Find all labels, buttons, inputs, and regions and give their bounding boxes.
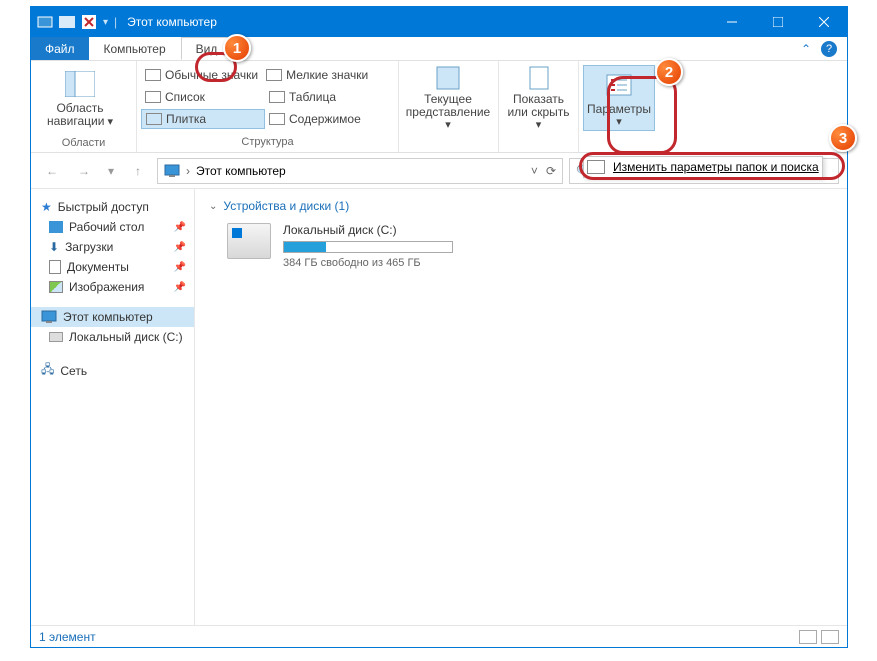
nav-pane-icon	[64, 68, 96, 100]
drive-usage-bar	[283, 241, 453, 253]
sidebar-pictures[interactable]: Изображения📌	[31, 277, 194, 297]
layout-list[interactable]: Список	[141, 87, 265, 107]
downloads-icon: ⬇	[49, 240, 59, 254]
content-pane: ⌄Устройства и диски (1) Локальный диск (…	[195, 189, 847, 625]
nav-pane-button[interactable]: Область навигации ▾	[35, 65, 125, 131]
folder-options-icon	[587, 160, 605, 174]
breadcrumb-chevron[interactable]: ›	[186, 164, 190, 178]
drive-name: Локальный диск (C:)	[283, 223, 453, 237]
sidebar-this-pc[interactable]: Этот компьютер	[31, 307, 194, 327]
show-hide-button[interactable]: Показать или скрыть ▾	[503, 65, 574, 131]
navigation-pane: ★Быстрый доступ Рабочий стол📌 ⬇Загрузки📌…	[31, 189, 195, 625]
group-panes-label: Области	[31, 135, 136, 153]
address-bar[interactable]: › Этот компьютер ˅ ⟳	[157, 158, 563, 184]
group-layout-label: Структура	[137, 134, 398, 152]
sidebar-documents[interactable]: Документы📌	[31, 257, 194, 277]
layout-table[interactable]: Таблица	[265, 87, 340, 107]
maximize-button[interactable]	[755, 7, 801, 37]
tab-computer[interactable]: Компьютер	[89, 37, 181, 60]
sidebar-desktop[interactable]: Рабочий стол📌	[31, 217, 194, 237]
current-view-icon	[432, 65, 464, 91]
drive-icon	[49, 332, 63, 342]
minimize-button[interactable]	[709, 7, 755, 37]
options-menu-label: Изменить параметры папок и поиска	[613, 160, 819, 174]
recent-locations-button[interactable]: ▾	[103, 158, 119, 184]
nav-pane-label: Область навигации	[47, 101, 104, 128]
content-icon	[269, 113, 285, 125]
status-count: 1 элемент	[39, 630, 96, 644]
refresh-icon[interactable]: ⟳	[546, 164, 556, 178]
qat-dropdown-icon[interactable]: ▾	[103, 17, 108, 28]
section-header[interactable]: ⌄Устройства и диски (1)	[209, 199, 833, 213]
titlebar: ▾ | Этот компьютер	[31, 7, 847, 37]
drive-item[interactable]: Локальный диск (C:) 384 ГБ свободно из 4…	[209, 223, 833, 269]
addr-dropdown-icon[interactable]: ˅	[531, 164, 538, 178]
help-icon[interactable]: ?	[821, 41, 837, 57]
pin-icon: 📌	[174, 282, 186, 293]
layout-regular[interactable]: Обычные значки	[141, 65, 262, 85]
desktop-icon	[49, 221, 63, 233]
options-dropdown-item[interactable]: Изменить параметры папок и поиска	[583, 156, 823, 178]
sidebar-downloads[interactable]: ⬇Загрузки📌	[31, 237, 194, 257]
qat-folder-icon[interactable]	[59, 14, 75, 30]
sidebar-local-c[interactable]: Локальный диск (C:)	[31, 327, 194, 347]
badge-2: 2	[655, 58, 683, 86]
close-button[interactable]	[801, 7, 847, 37]
pictures-icon	[49, 281, 63, 293]
ribbon-tabs: Файл Компьютер Вид ⌃ ?	[31, 37, 847, 61]
documents-icon	[49, 260, 61, 274]
list-icon	[145, 91, 161, 103]
up-button[interactable]: ↑	[125, 158, 151, 184]
sidebar-network[interactable]: 🖧Сеть	[31, 357, 194, 384]
layout-tiles[interactable]: Плитка	[141, 109, 265, 129]
current-view-button[interactable]: Текущее представление ▾	[403, 65, 493, 131]
ribbon: Область навигации ▾ Области Обычные знач…	[31, 61, 847, 153]
show-hide-icon	[523, 65, 555, 91]
local-disk-icon	[227, 223, 271, 259]
network-icon: 🖧	[41, 360, 54, 381]
sidebar-quick-access[interactable]: ★Быстрый доступ	[31, 197, 194, 217]
pin-icon: 📌	[174, 262, 186, 273]
status-bar: 1 элемент	[31, 625, 847, 647]
layout-small[interactable]: Мелкие значки	[262, 65, 372, 85]
window-title: Этот компьютер	[123, 15, 709, 29]
view-large-icon[interactable]	[821, 630, 839, 644]
breadcrumb-location[interactable]: Этот компьютер	[196, 164, 286, 178]
layout-content[interactable]: Содержимое	[265, 109, 365, 129]
app-icon	[37, 14, 53, 30]
details-icon	[269, 91, 285, 103]
view-details-icon[interactable]	[799, 630, 817, 644]
options-button[interactable]: Параметры▾	[583, 65, 655, 131]
icons-medium-icon	[145, 69, 161, 81]
drive-free-text: 384 ГБ свободно из 465 ГБ	[283, 257, 453, 269]
tiles-icon	[146, 113, 162, 125]
pin-icon: 📌	[174, 222, 186, 233]
options-icon	[603, 69, 635, 101]
pin-icon: 📌	[174, 242, 186, 253]
forward-button[interactable]: →	[71, 158, 97, 184]
pc-icon	[41, 310, 57, 324]
qat-properties-icon[interactable]	[81, 14, 97, 30]
icons-small-icon	[266, 69, 282, 81]
collapse-ribbon-icon[interactable]: ⌃	[801, 42, 811, 56]
badge-1: 1	[223, 34, 251, 62]
tab-file[interactable]: Файл	[31, 37, 89, 60]
badge-3: 3	[829, 124, 857, 152]
star-icon: ★	[41, 200, 52, 214]
chevron-down-icon: ⌄	[209, 201, 217, 212]
back-button[interactable]: ←	[39, 158, 65, 184]
pc-icon	[164, 164, 180, 178]
